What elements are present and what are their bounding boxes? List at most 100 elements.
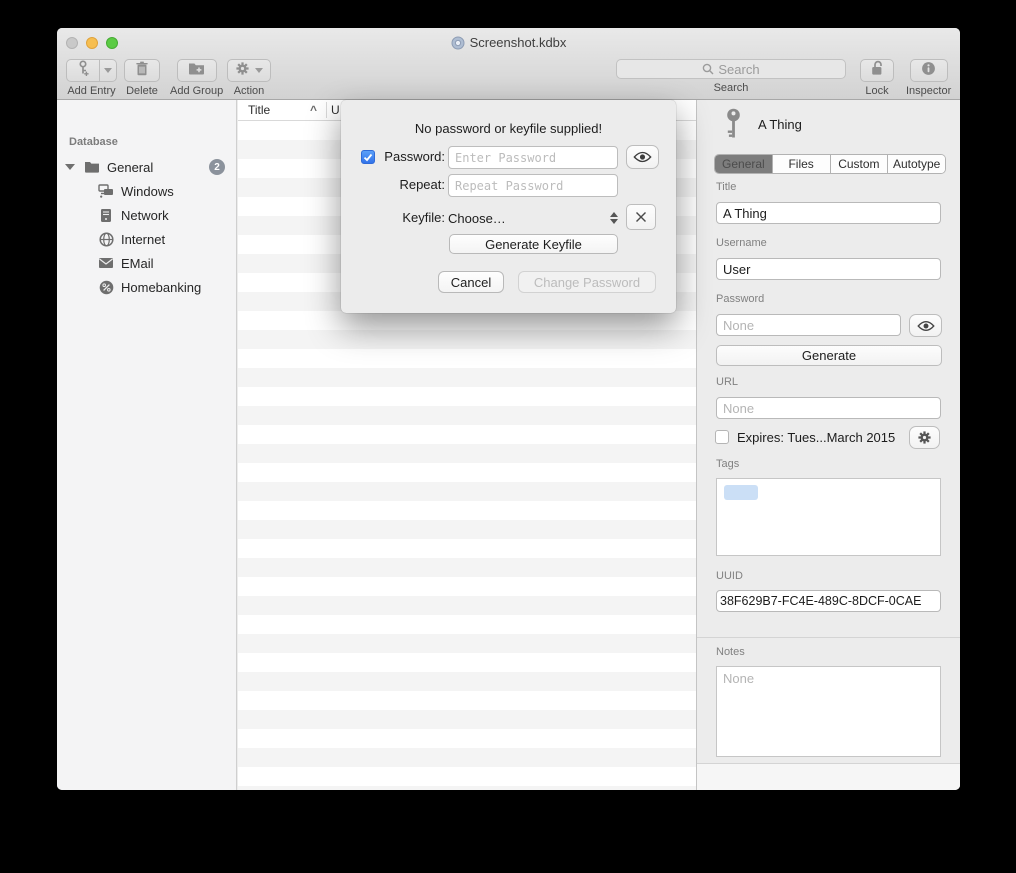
cancel-label: Cancel [451, 275, 491, 290]
change-password-label: Change Password [534, 275, 640, 290]
tab-files[interactable]: Files [772, 155, 830, 173]
trash-icon [135, 61, 149, 81]
delete-group: Delete [124, 59, 160, 97]
search-input[interactable]: Search [616, 59, 846, 79]
gear-icon [917, 430, 932, 445]
inspector-footer [697, 763, 960, 790]
eye-icon [633, 151, 652, 163]
password-field[interactable] [716, 314, 901, 336]
search-label: Search [616, 82, 846, 94]
info-icon [921, 61, 936, 81]
username-field-label: Username [716, 237, 767, 249]
action-button[interactable] [227, 59, 271, 82]
cancel-button[interactable]: Cancel [438, 271, 504, 293]
entry-title: A Thing [758, 117, 802, 132]
inspector-toggle-group: Inspector [906, 59, 951, 97]
unlocked-padlock-icon [870, 60, 885, 81]
tab-general[interactable]: General [715, 155, 772, 173]
notes-box[interactable]: None [716, 666, 941, 757]
sidebar-item-label: EMail [121, 256, 154, 271]
delete-label: Delete [124, 85, 160, 97]
add-group-label: Add Group [170, 85, 223, 97]
sidebar-item-label: Internet [121, 232, 165, 247]
key-icon [724, 108, 743, 146]
search-group: Search Search [616, 59, 846, 94]
change-password-button[interactable]: Change Password [518, 271, 656, 293]
tab-custom[interactable]: Custom [830, 155, 888, 173]
sidebar-item-email[interactable]: EMail [57, 252, 236, 274]
generate-keyfile-button[interactable]: Generate Keyfile [449, 234, 618, 254]
sidebar-item-label: Network [121, 208, 169, 223]
disclosure-triangle-icon[interactable] [65, 164, 75, 170]
sidebar-item-network[interactable]: Network [57, 204, 236, 226]
keyfile-popup[interactable]: Choose… [448, 207, 618, 229]
uuid-field[interactable] [716, 590, 941, 612]
dialog-keyfile-label: Keyfile: [347, 210, 445, 225]
sidebar-item-label: Windows [121, 184, 174, 199]
clear-keyfile-button[interactable] [626, 204, 656, 230]
generate-password-label: Generate [802, 348, 856, 363]
globe-icon [98, 231, 114, 247]
title-field[interactable] [716, 202, 941, 224]
dialog-password-input[interactable] [448, 146, 618, 169]
sidebar-item-label: Homebanking [121, 280, 201, 295]
inspector-panel: A Thing General Files Custom Autotype Ti… [696, 100, 960, 790]
tags-box[interactable] [716, 478, 941, 556]
lock-button[interactable] [860, 59, 894, 82]
search-placeholder: Search [718, 62, 759, 77]
action-group: Action [227, 59, 271, 97]
gear-icon [235, 61, 250, 81]
tab-autotype[interactable]: Autotype [887, 155, 945, 173]
dialog-reveal-password-button[interactable] [626, 145, 659, 169]
chevron-down-icon [255, 68, 263, 73]
notes-placeholder: None [723, 671, 754, 686]
add-entry-label: Add Entry [66, 85, 117, 97]
document-proxy-icon [451, 36, 465, 53]
change-password-dialog: No password or keyfile supplied! Passwor… [341, 100, 676, 313]
column-header-username[interactable]: U [331, 103, 340, 117]
percent-icon [98, 279, 114, 295]
sidebar-item-label: General [107, 160, 153, 175]
url-field[interactable] [716, 397, 941, 419]
folder-icon [84, 159, 100, 175]
tags-label: Tags [716, 458, 739, 470]
uuid-label: UUID [716, 570, 743, 582]
entry-count-badge: 2 [209, 159, 225, 175]
add-entry-dropdown-button[interactable] [100, 59, 117, 82]
username-field[interactable] [716, 258, 941, 280]
lock-label: Lock [860, 85, 894, 97]
eye-icon [917, 320, 935, 332]
chevron-down-icon [104, 68, 112, 73]
sidebar-item-windows[interactable]: Windows [57, 180, 236, 202]
lock-group: Lock [860, 59, 894, 97]
folder-plus-icon [188, 62, 205, 80]
delete-button[interactable] [124, 59, 160, 82]
dialog-password-label: Password: [347, 149, 445, 164]
sidebar-item-general[interactable]: General 2 [57, 156, 236, 178]
generate-password-button[interactable]: Generate [716, 345, 942, 366]
expires-settings-button[interactable] [909, 426, 940, 449]
inspector-button[interactable] [910, 59, 948, 82]
reveal-password-button[interactable] [909, 314, 942, 337]
dialog-repeat-input[interactable] [448, 174, 618, 197]
sidebar: Database General 2 Windows Network [57, 100, 237, 790]
tag-chip[interactable] [724, 485, 758, 500]
search-icon [702, 63, 714, 75]
inspector-tabs: General Files Custom Autotype [714, 154, 946, 174]
keyfile-popup-value: Choose… [448, 211, 506, 226]
url-field-label: URL [716, 376, 738, 388]
expires-checkbox[interactable] [715, 430, 729, 444]
column-divider[interactable] [326, 102, 327, 118]
title-field-label: Title [716, 181, 736, 193]
titlebar: Screenshot.kdbx [57, 35, 960, 53]
add-group-button[interactable] [177, 59, 217, 82]
window-chrome: Screenshot.kdbx Add Entry Delete [57, 28, 960, 100]
dialog-repeat-label: Repeat: [347, 177, 445, 192]
add-entry-button[interactable] [66, 59, 100, 82]
sidebar-item-internet[interactable]: Internet [57, 228, 236, 250]
add-entry-group: Add Entry [66, 59, 117, 97]
close-icon [635, 211, 647, 223]
inspector-label: Inspector [906, 85, 951, 97]
column-header-title[interactable]: Title [248, 103, 270, 117]
sidebar-item-homebanking[interactable]: Homebanking [57, 276, 236, 298]
